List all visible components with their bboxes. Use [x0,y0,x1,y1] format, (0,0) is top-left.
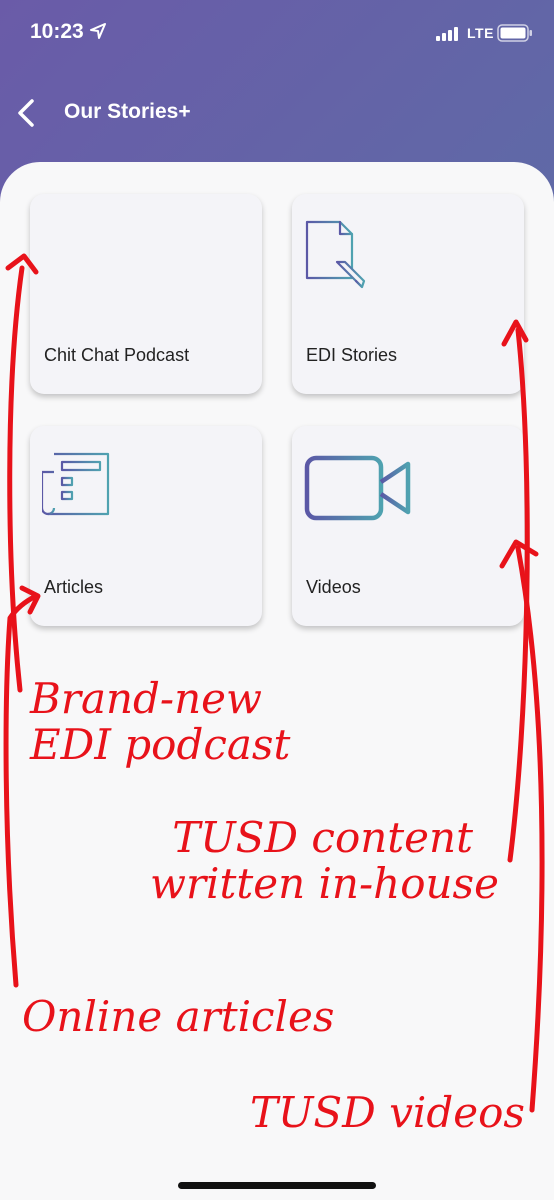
tile-chit-chat-podcast[interactable]: Chit Chat Podcast [30,194,262,394]
status-time: 10:23 [30,20,84,43]
home-indicator [178,1182,376,1189]
sound-wave-icon [42,222,110,291]
tile-label: Videos [306,577,361,597]
video-camera-icon [304,454,414,529]
newspaper-icon [40,452,112,525]
location-arrow-icon [90,23,106,44]
tile-videos[interactable]: Videos [292,426,524,626]
signal-bars-icon [436,27,460,46]
tile-articles[interactable]: Articles [30,426,262,626]
nav-bar: Our Stories+ [0,86,554,142]
chevron-left-icon [18,99,34,127]
content-panel: Chit Chat Podcast EDI Stories Articles V… [0,162,554,1200]
document-pencil-icon [304,220,366,295]
network-label: LTE [467,25,494,41]
back-button[interactable] [12,96,42,130]
page-title: Our Stories+ [64,100,191,123]
battery-icon [497,24,533,47]
status-bar: 10:23 LTE [0,0,554,66]
tile-label: EDI Stories [306,345,398,365]
tile-label: Chit Chat Podcast [44,345,190,365]
tile-label: Articles [44,577,104,597]
tile-edi-stories[interactable]: EDI Stories [292,194,524,394]
